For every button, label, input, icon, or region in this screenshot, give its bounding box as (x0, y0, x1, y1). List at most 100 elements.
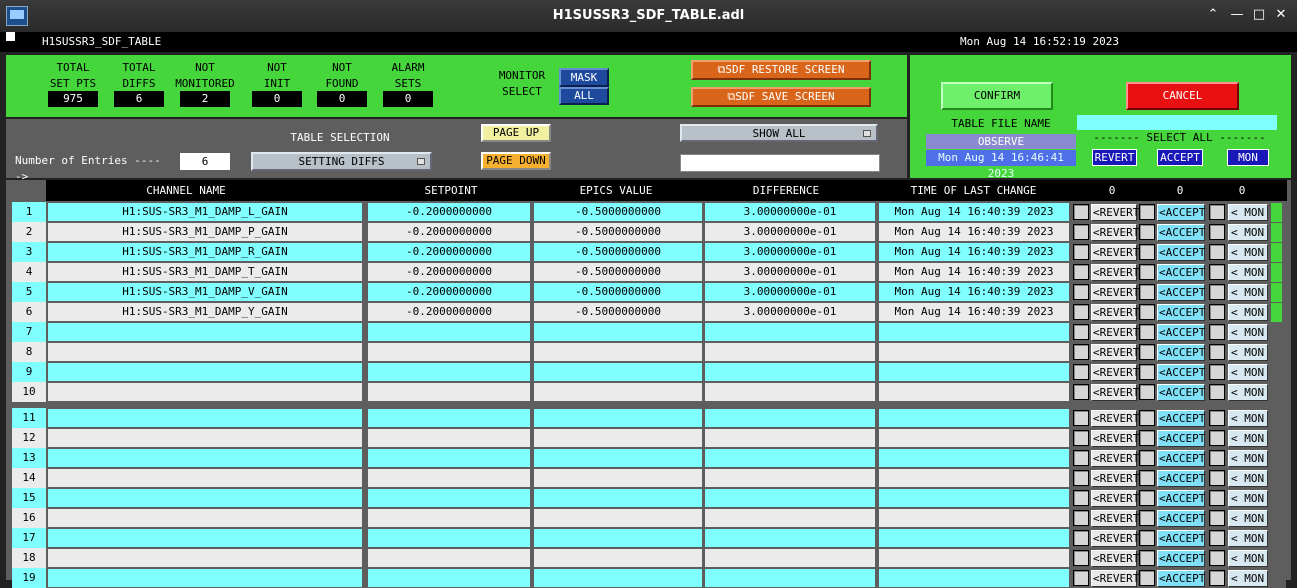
accept-checkbox[interactable] (1139, 244, 1155, 260)
accept-checkbox[interactable] (1139, 364, 1155, 380)
accept-checkbox[interactable] (1139, 304, 1155, 320)
revert-button[interactable]: <REVERT (1091, 410, 1139, 427)
revert-button[interactable]: <REVERT (1091, 470, 1139, 487)
sdf-restore-screen-button[interactable]: ⧉SDF RESTORE SCREEN (691, 60, 871, 80)
mon-checkbox[interactable] (1209, 344, 1225, 360)
revert-checkbox[interactable] (1073, 284, 1089, 300)
accept-checkbox[interactable] (1139, 510, 1155, 526)
revert-button[interactable]: <REVERT (1091, 530, 1139, 547)
revert-checkbox[interactable] (1073, 510, 1089, 526)
accept-button[interactable]: <ACCEPT (1157, 364, 1205, 381)
revert-checkbox[interactable] (1073, 224, 1089, 240)
mon-checkbox[interactable] (1209, 324, 1225, 340)
revert-button[interactable]: <REVERT (1091, 510, 1139, 527)
table-file-name-field[interactable] (1077, 115, 1277, 130)
mon-button[interactable]: < MON (1228, 490, 1268, 507)
accept-button[interactable]: <ACCEPT (1157, 570, 1205, 587)
minimize-icon[interactable]: — (1228, 6, 1246, 24)
mon-button[interactable]: < MON (1228, 204, 1268, 221)
revert-button[interactable]: <REVERT (1091, 304, 1139, 321)
accept-checkbox[interactable] (1139, 224, 1155, 240)
accept-checkbox[interactable] (1139, 284, 1155, 300)
accept-button[interactable]: <ACCEPT (1157, 344, 1205, 361)
accept-button[interactable]: <ACCEPT (1157, 324, 1205, 341)
revert-checkbox[interactable] (1073, 384, 1089, 400)
mon-button[interactable]: < MON (1228, 570, 1268, 587)
mon-button[interactable]: < MON (1228, 450, 1268, 467)
revert-checkbox[interactable] (1073, 550, 1089, 566)
accept-button[interactable]: <ACCEPT (1157, 530, 1205, 547)
mon-checkbox[interactable] (1209, 304, 1225, 320)
mon-checkbox[interactable] (1209, 204, 1225, 220)
mask-button[interactable]: MASK (559, 68, 609, 87)
revert-checkbox[interactable] (1073, 264, 1089, 280)
mon-button[interactable]: < MON (1228, 224, 1268, 241)
accept-checkbox[interactable] (1139, 344, 1155, 360)
mon-button[interactable]: < MON (1228, 284, 1268, 301)
confirm-button[interactable]: CONFIRM (941, 82, 1053, 110)
mon-all-button[interactable]: MON (1227, 149, 1269, 166)
revert-button[interactable]: <REVERT (1091, 384, 1139, 401)
accept-button[interactable]: <ACCEPT (1157, 224, 1205, 241)
accept-button[interactable]: <ACCEPT (1157, 470, 1205, 487)
revert-checkbox[interactable] (1073, 344, 1089, 360)
revert-all-button[interactable]: REVERT (1092, 149, 1137, 166)
accept-checkbox[interactable] (1139, 450, 1155, 466)
mon-button[interactable]: < MON (1228, 304, 1268, 321)
mon-button[interactable]: < MON (1228, 550, 1268, 567)
revert-button[interactable]: <REVERT (1091, 264, 1139, 281)
mon-checkbox[interactable] (1209, 224, 1225, 240)
revert-checkbox[interactable] (1073, 244, 1089, 260)
accept-button[interactable]: <ACCEPT (1157, 490, 1205, 507)
accept-button[interactable]: <ACCEPT (1157, 384, 1205, 401)
mon-checkbox[interactable] (1209, 510, 1225, 526)
page-up-button[interactable]: PAGE UP (481, 124, 551, 142)
accept-all-button[interactable]: ACCEPT (1157, 149, 1203, 166)
mon-checkbox[interactable] (1209, 364, 1225, 380)
revert-button[interactable]: <REVERT (1091, 364, 1139, 381)
revert-checkbox[interactable] (1073, 490, 1089, 506)
accept-checkbox[interactable] (1139, 264, 1155, 280)
accept-checkbox[interactable] (1139, 470, 1155, 486)
revert-button[interactable]: <REVERT (1091, 430, 1139, 447)
accept-button[interactable]: <ACCEPT (1157, 450, 1205, 467)
sdf-save-screen-button[interactable]: ⧉SDF SAVE SCREEN (691, 87, 871, 107)
mon-button[interactable]: < MON (1228, 470, 1268, 487)
filter-input[interactable] (680, 154, 880, 172)
revert-button[interactable]: <REVERT (1091, 490, 1139, 507)
revert-button[interactable]: <REVERT (1091, 284, 1139, 301)
accept-button[interactable]: <ACCEPT (1157, 510, 1205, 527)
accept-button[interactable]: <ACCEPT (1157, 550, 1205, 567)
mon-checkbox[interactable] (1209, 570, 1225, 586)
accept-button[interactable]: <ACCEPT (1157, 264, 1205, 281)
cancel-button[interactable]: CANCEL (1126, 82, 1239, 110)
revert-checkbox[interactable] (1073, 364, 1089, 380)
mon-checkbox[interactable] (1209, 530, 1225, 546)
mon-checkbox[interactable] (1209, 470, 1225, 486)
accept-checkbox[interactable] (1139, 384, 1155, 400)
mon-button[interactable]: < MON (1228, 510, 1268, 527)
accept-button[interactable]: <ACCEPT (1157, 410, 1205, 427)
revert-checkbox[interactable] (1073, 430, 1089, 446)
accept-checkbox[interactable] (1139, 430, 1155, 446)
mon-checkbox[interactable] (1209, 490, 1225, 506)
mon-button[interactable]: < MON (1228, 530, 1268, 547)
mon-button[interactable]: < MON (1228, 384, 1268, 401)
mon-checkbox[interactable] (1209, 264, 1225, 280)
mon-button[interactable]: < MON (1228, 364, 1268, 381)
revert-checkbox[interactable] (1073, 570, 1089, 586)
revert-checkbox[interactable] (1073, 304, 1089, 320)
revert-button[interactable]: <REVERT (1091, 324, 1139, 341)
mon-checkbox[interactable] (1209, 450, 1225, 466)
accept-checkbox[interactable] (1139, 550, 1155, 566)
revert-button[interactable]: <REVERT (1091, 224, 1139, 241)
accept-checkbox[interactable] (1139, 410, 1155, 426)
accept-button[interactable]: <ACCEPT (1157, 430, 1205, 447)
show-all-dropdown[interactable]: SHOW ALL (680, 124, 878, 142)
revert-checkbox[interactable] (1073, 450, 1089, 466)
accept-checkbox[interactable] (1139, 570, 1155, 586)
mon-button[interactable]: < MON (1228, 324, 1268, 341)
accept-checkbox[interactable] (1139, 490, 1155, 506)
mon-checkbox[interactable] (1209, 430, 1225, 446)
revert-checkbox[interactable] (1073, 324, 1089, 340)
